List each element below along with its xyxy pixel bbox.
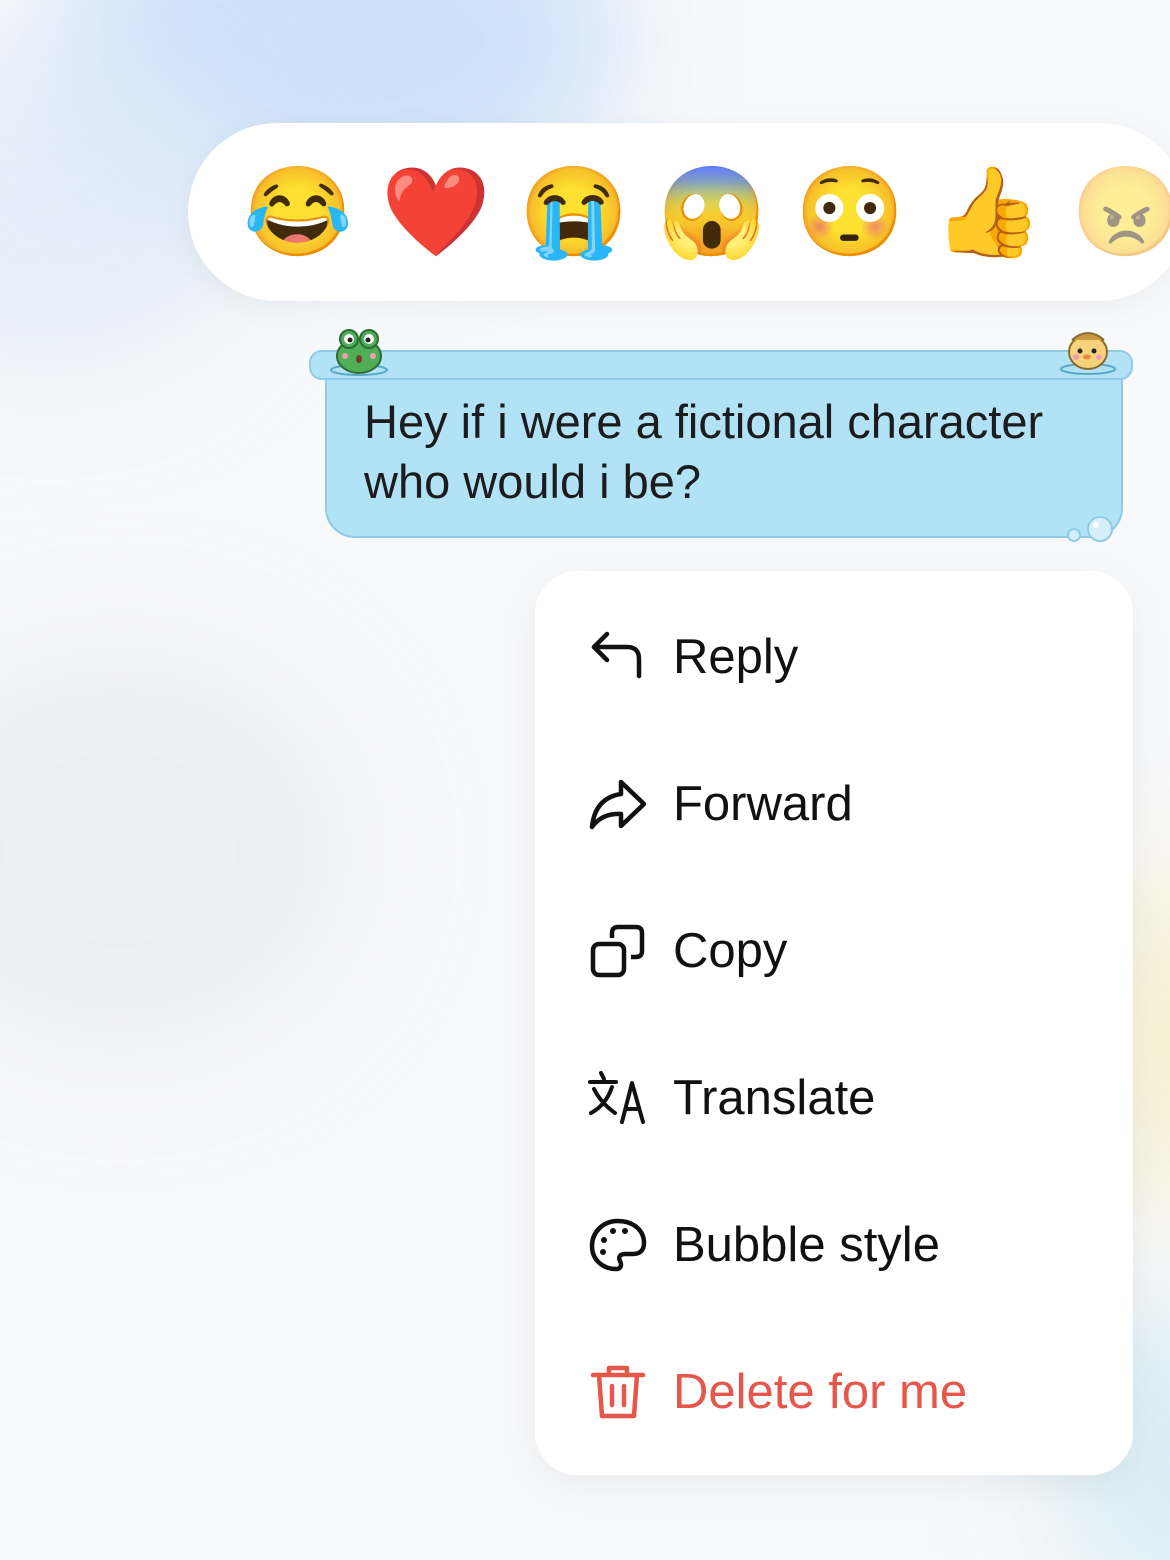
reply-menu-item[interactable]: Reply	[535, 583, 1133, 730]
frog-sticker-icon	[330, 329, 388, 376]
water-bubbles-icon	[1067, 516, 1113, 542]
forward-label: Forward	[673, 776, 853, 831]
face-with-tears-of-joy-icon[interactable]: 😂	[243, 163, 353, 261]
translate-menu-item[interactable]: Translate	[535, 1024, 1133, 1171]
reply-label: Reply	[673, 629, 799, 684]
reaction-picker: 😂 ❤️ 😭 😱 😳 👍 😠	[188, 123, 1170, 301]
thumbs-up-icon[interactable]: 👍	[933, 163, 1043, 261]
bubble-style-menu-item[interactable]: Bubble style	[535, 1171, 1133, 1318]
copy-menu-item[interactable]: Copy	[535, 877, 1133, 1024]
palette-icon	[587, 1214, 649, 1276]
angry-face-icon[interactable]: 😠	[1071, 163, 1170, 261]
delete-for-me-menu-item[interactable]: Delete for me	[535, 1318, 1133, 1465]
translate-label: Translate	[673, 1070, 876, 1125]
copy-icon	[587, 920, 649, 982]
bubble-rim	[309, 350, 1133, 380]
translate-icon	[587, 1067, 649, 1129]
forward-menu-item[interactable]: Forward	[535, 730, 1133, 877]
message-text: Hey if i were a fictional character who …	[364, 395, 1044, 508]
forward-arrow-icon	[587, 773, 649, 835]
red-heart-icon[interactable]: ❤️	[381, 163, 491, 261]
reaction-list: 😂 ❤️ 😭 😱 😳 👍 😠	[243, 123, 1170, 301]
face-screaming-in-fear-icon[interactable]: 😱	[657, 163, 767, 261]
delete-for-me-label: Delete for me	[673, 1364, 968, 1419]
bubble-style-label: Bubble style	[673, 1217, 940, 1272]
reply-arrow-icon	[587, 626, 649, 688]
message-bubble[interactable]: Hey if i were a fictional character who …	[309, 350, 1133, 538]
copy-label: Copy	[673, 923, 788, 978]
trash-icon	[587, 1361, 649, 1423]
background-glow	[0, 640, 360, 1060]
message-context-menu: Reply Forward Copy Translate Bubble styl…	[535, 571, 1133, 1475]
flushed-face-icon[interactable]: 😳	[795, 163, 905, 261]
chick-sticker-icon	[1060, 332, 1116, 375]
loudly-crying-face-icon[interactable]: 😭	[519, 163, 629, 261]
